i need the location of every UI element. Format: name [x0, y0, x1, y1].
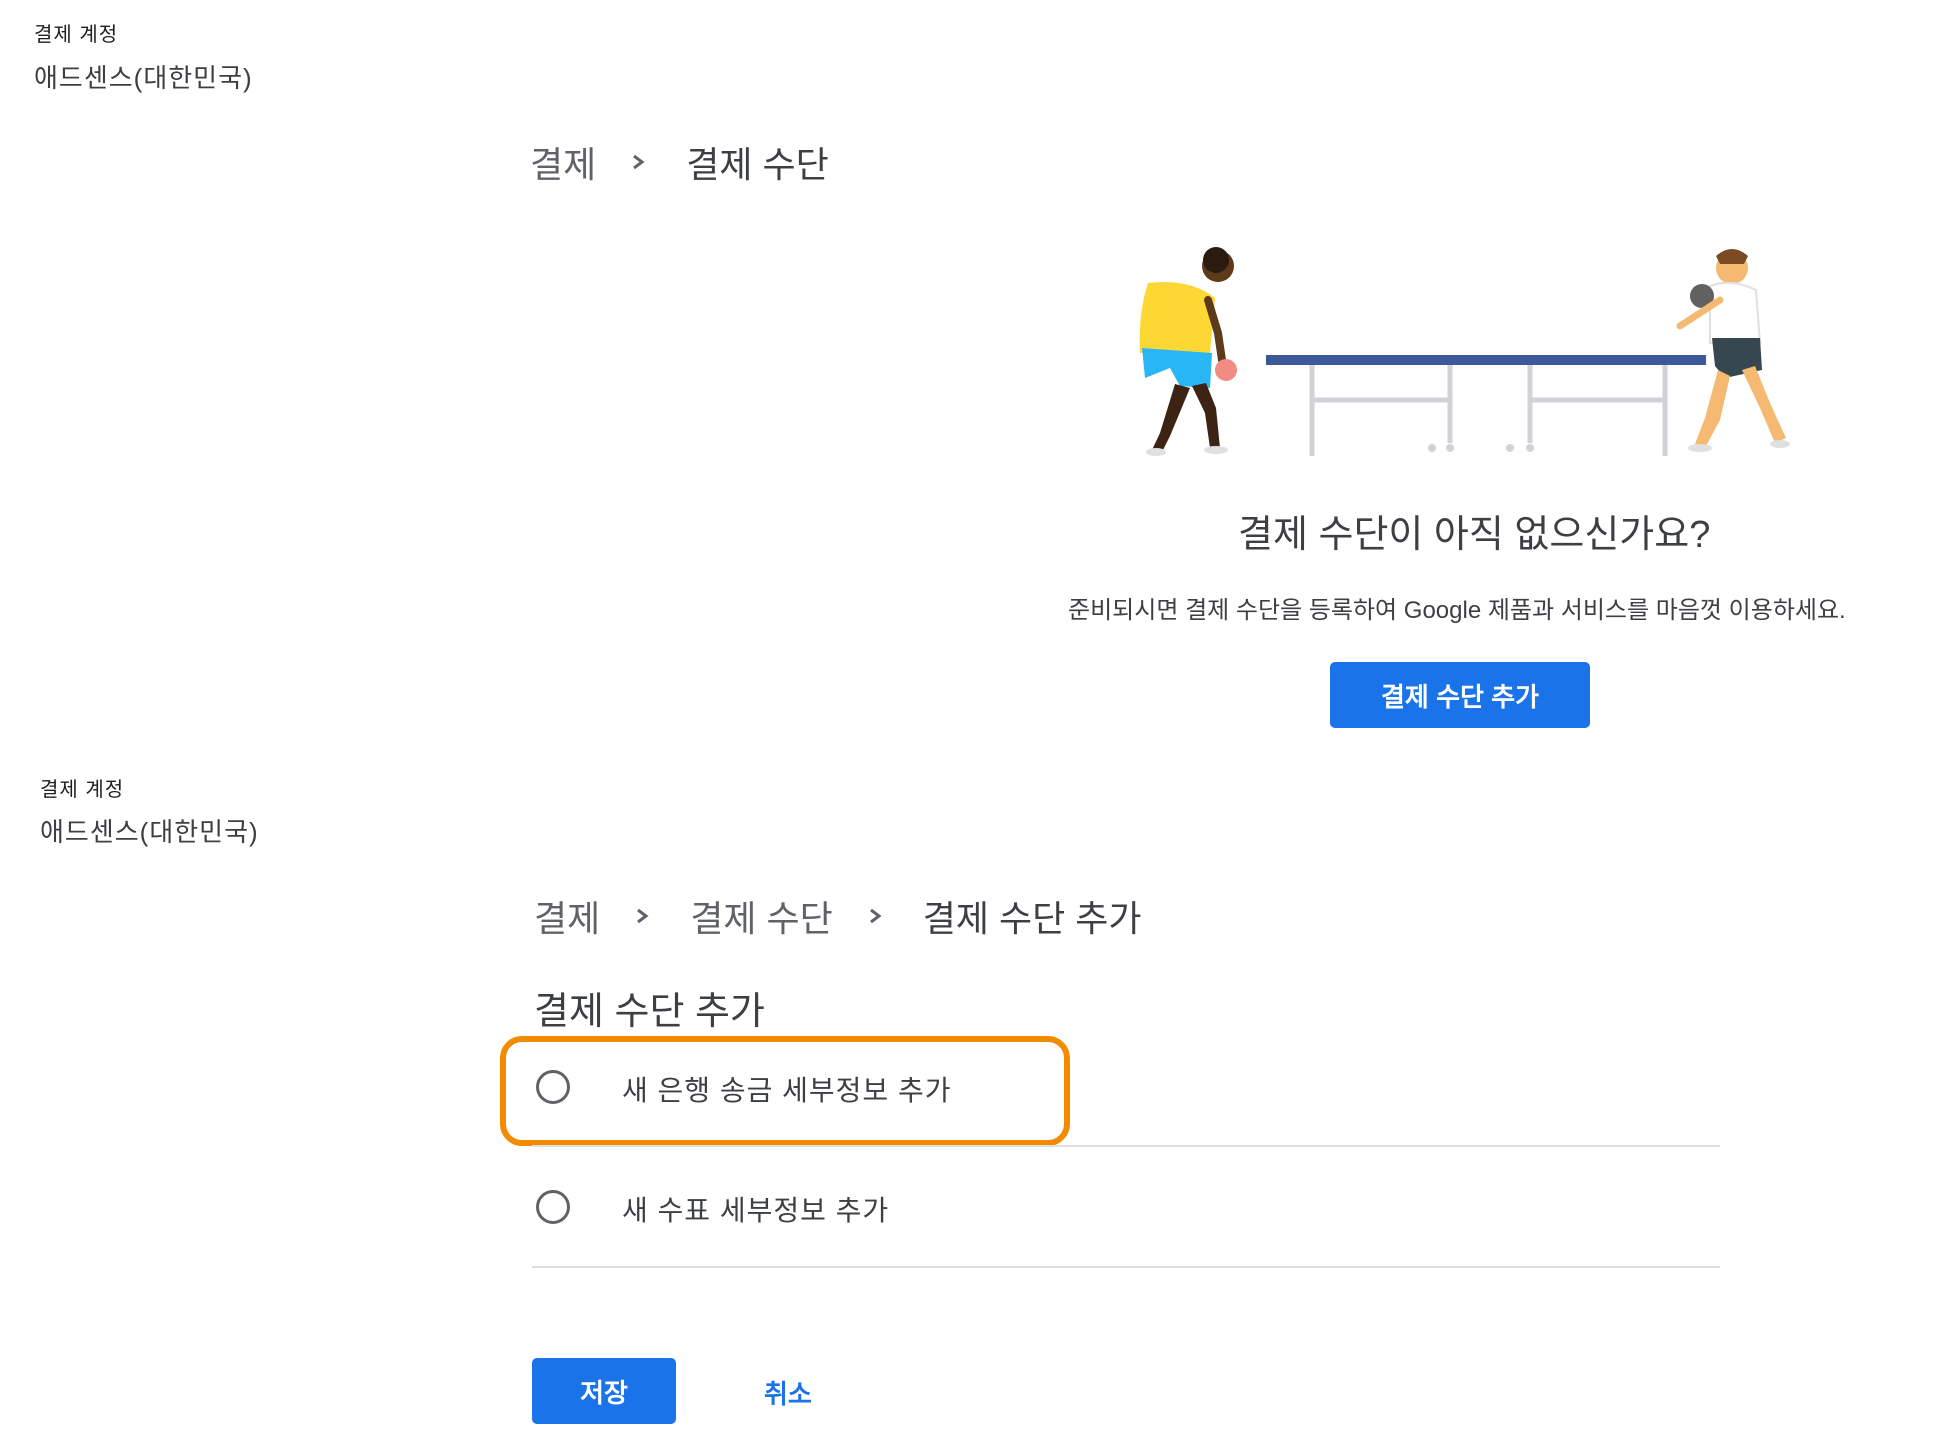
breadcrumb-item-payments[interactable]: 결제: [534, 890, 600, 942]
empty-state-title: 결제 수단이 아직 없으신가요?: [1238, 514, 1711, 556]
save-button[interactable]: 저장: [532, 1358, 676, 1424]
option-bank-transfer[interactable]: 새 은행 송금 세부정보 추가: [534, 1060, 1720, 1120]
breadcrumb-item-payment-methods: 결제 수단: [686, 144, 829, 185]
add-payment-method-button[interactable]: 결제 수단 추가: [1330, 662, 1590, 728]
divider: [532, 1266, 1720, 1268]
breadcrumb-item-add-payment-method: 결제 수단 추가: [922, 898, 1142, 939]
table-legs: [1309, 365, 1668, 456]
right-player: [1676, 249, 1790, 452]
breadcrumb-2: 결제 결제 수단 결제 수단 추가: [534, 890, 1141, 942]
table-tennis-illustration: [1139, 247, 1790, 456]
account-label-2: 결제 계정: [40, 779, 125, 801]
breadcrumb-item-payments[interactable]: 결제: [530, 136, 596, 188]
chevron-right-icon: [637, 908, 649, 924]
account-label: 결제 계정: [34, 24, 119, 46]
breadcrumb: 결제 결제 수단: [530, 136, 829, 188]
account-name: 애드센스(대한민국): [34, 63, 253, 93]
option-label: 새 은행 송금 세부정보 추가: [622, 1075, 952, 1106]
left-player: [1139, 247, 1237, 456]
chevron-right-icon: [869, 908, 882, 924]
option-check[interactable]: 새 수표 세부정보 추가: [534, 1180, 1720, 1240]
option-label: 새 수표 세부정보 추가: [622, 1195, 890, 1226]
section-title: 결제 수단 추가: [534, 991, 765, 1033]
account-name-2: 애드센스(대한민국): [40, 817, 259, 847]
breadcrumb-item-payment-methods[interactable]: 결제 수단: [690, 890, 832, 942]
cancel-button[interactable]: 취소: [764, 1374, 812, 1411]
table-top: [1266, 355, 1706, 365]
chevron-right-icon: [633, 154, 645, 170]
radio-bank-transfer[interactable]: [536, 1070, 570, 1104]
divider: [532, 1145, 1720, 1147]
radio-check[interactable]: [536, 1190, 570, 1224]
empty-state-description: 준비되시면 결제 수단을 등록하여 Google 제품과 서비스를 마음껏 이용…: [1068, 597, 1846, 624]
